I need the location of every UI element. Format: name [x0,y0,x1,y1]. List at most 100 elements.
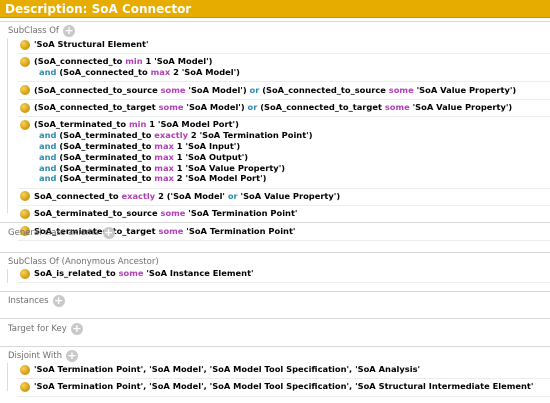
axiom-text: 'SoA Termination Point', 'SoA Model', 'S… [34,364,421,374]
axiom-text: SoA_is_related_to [34,268,119,278]
subclass-of-header: SubClass Of + [8,24,75,38]
target-for-key-header: Target for Key + [8,322,83,336]
axiom-text: 'SoA Value Property') [413,84,517,95]
axiom-text: 1 'SoA Input') [173,140,241,151]
instances-label: Instances [8,296,49,306]
entry-separator [18,81,550,83]
axiom-text: (SoA_connected_to_target [257,102,385,112]
axiom-text: (SoA_terminated_to [56,162,155,173]
anonymous-ancestor-header: SubClass Of (Anonymous Ancestor) [8,255,159,269]
axiom-line: (SoA_terminated_to min 1 'SoA Model Port… [34,119,313,130]
anonymous-ancestor-label: SubClass Of (Anonymous Ancestor) [8,257,159,267]
axiom-text: 'SoA Value Property') [409,102,513,112]
connective-keyword: or [249,84,260,95]
section-divider [0,318,550,319]
restriction-keyword: max [154,162,174,173]
axiom-line: SoA_terminated_to_source some 'SoA Termi… [34,208,297,219]
add-general-axiom-icon[interactable]: + [102,227,115,239]
restriction-keyword: max [154,140,174,151]
axiom-entry[interactable]: SoA_terminated_to_source some 'SoA Termi… [22,208,297,219]
axiom-line: and (SoA_connected_to max 2 'SoA Model') [34,67,240,78]
axiom-text: 'SoA Model') [185,84,250,95]
axiom-text: (SoA_terminated_to [56,130,155,141]
restriction-keyword: min [125,56,143,67]
axiom-line: (SoA_connected_to_target some 'SoA Model… [34,102,512,113]
add-instance-icon[interactable]: + [52,295,65,307]
axiom-line: and (SoA_terminated_to max 1 'SoA Input'… [34,141,313,152]
restriction-keyword: some [118,268,144,278]
connective-keyword: and [39,173,57,184]
restriction-keyword: some [388,84,414,95]
entry-separator [18,204,550,206]
entry-separator [18,187,550,189]
add-subclass-icon[interactable]: + [62,25,75,37]
axiom-text: 1 'SoA Value Property') [173,162,286,173]
restriction-keyword: exactly [154,130,189,141]
add-key-icon[interactable]: + [70,323,83,335]
section-divider [0,21,550,22]
axiom-line: and (SoA_terminated_to max 1 'SoA Output… [34,152,313,163]
axiom-text: (SoA_connected_to_source [259,84,389,95]
restriction-keyword: some [158,102,184,112]
window-title: Description: SoA Connector [0,0,550,18]
restriction-keyword: some [160,208,186,219]
connective-keyword: and [39,140,57,151]
section-divider [0,346,550,347]
restriction-keyword: some [384,102,410,112]
connective-keyword: and [39,130,57,141]
disjoint-with-label: Disjoint With [8,351,62,361]
axiom-entry[interactable]: SoA_connected_to exactly 2 ('SoA Model' … [22,191,340,202]
axiom-text: SoA_connected_to [34,190,122,201]
axiom-text: 2 ('SoA Model' [155,190,228,201]
section-guide [7,269,8,283]
axiom-line: SoA_connected_to exactly 2 ('SoA Model' … [34,191,340,202]
axiom-text: (SoA_connected_to [34,56,126,67]
axiom-text: (SoA_connected_to_source [34,84,161,95]
restriction-keyword: min [128,119,147,130]
axiom-entry[interactable]: 'SoA Termination Point', 'SoA Model', 'S… [22,364,420,375]
axiom-entry[interactable]: 'SoA Termination Point', 'SoA Model', 'S… [22,381,533,392]
connective-keyword: or [247,102,258,112]
axiom-entry[interactable]: 'SoA Structural Element' [22,39,149,50]
entry-separator [18,53,550,55]
entry-separator [18,282,550,284]
subclass-of-label: SubClass Of [8,26,59,36]
axiom-entry[interactable]: (SoA_connected_to_source some 'SoA Model… [22,85,516,96]
axiom-line: 'SoA Termination Point', 'SoA Model', 'S… [34,364,420,375]
axiom-entry[interactable]: (SoA_connected_to min 1 'SoA Model') and … [22,56,240,78]
axiom-text: 'SoA Termination Point' [185,208,298,219]
axiom-text: (SoA_connected_to [56,67,151,78]
entry-separator [18,116,550,118]
axiom-text: (SoA_terminated_to [56,140,155,151]
axiom-entry[interactable]: (SoA_terminated_to min 1 'SoA Model Port… [22,119,313,184]
general-class-axioms-label: General class axioms [8,228,99,238]
axiom-entry[interactable]: SoA_is_related_to some 'SoA Instance Ele… [22,268,254,279]
section-divider [0,222,550,223]
restriction-keyword: exactly [121,190,156,201]
section-divider [0,252,550,253]
axiom-line: 'SoA Structural Element' [34,39,149,50]
connective-keyword: and [39,162,57,173]
restriction-keyword: max [150,67,171,78]
restriction-keyword: some [160,84,186,95]
axiom-text: SoA_terminated_to_source [34,208,161,219]
target-for-key-label: Target for Key [8,324,67,334]
axiom-entry[interactable]: (SoA_connected_to_target some 'SoA Model… [22,102,512,113]
restriction-keyword: some [158,225,184,236]
entry-separator [18,98,550,100]
disjoint-with-header: Disjoint With + [8,349,78,363]
connective-keyword: or [227,190,238,201]
axiom-text: 1 'SoA Model') [142,56,213,67]
axiom-text: (SoA_terminated_to [56,173,155,184]
axiom-text: 'SoA Structural Element' [34,39,149,49]
instances-header: Instances + [8,294,65,308]
axiom-line: (SoA_connected_to_source some 'SoA Model… [34,85,516,96]
axiom-text: 'SoA Instance Element' [143,268,254,278]
add-disjoint-icon[interactable]: + [65,350,78,362]
axiom-line: 'SoA Termination Point', 'SoA Model', 'S… [34,381,533,392]
axiom-text: 2 'SoA Model Port') [173,173,267,184]
connective-keyword: and [39,151,57,162]
axiom-line: and (SoA_terminated_to max 1 'SoA Value … [34,163,313,174]
restriction-keyword: max [154,151,174,162]
connective-keyword: and [39,67,57,78]
